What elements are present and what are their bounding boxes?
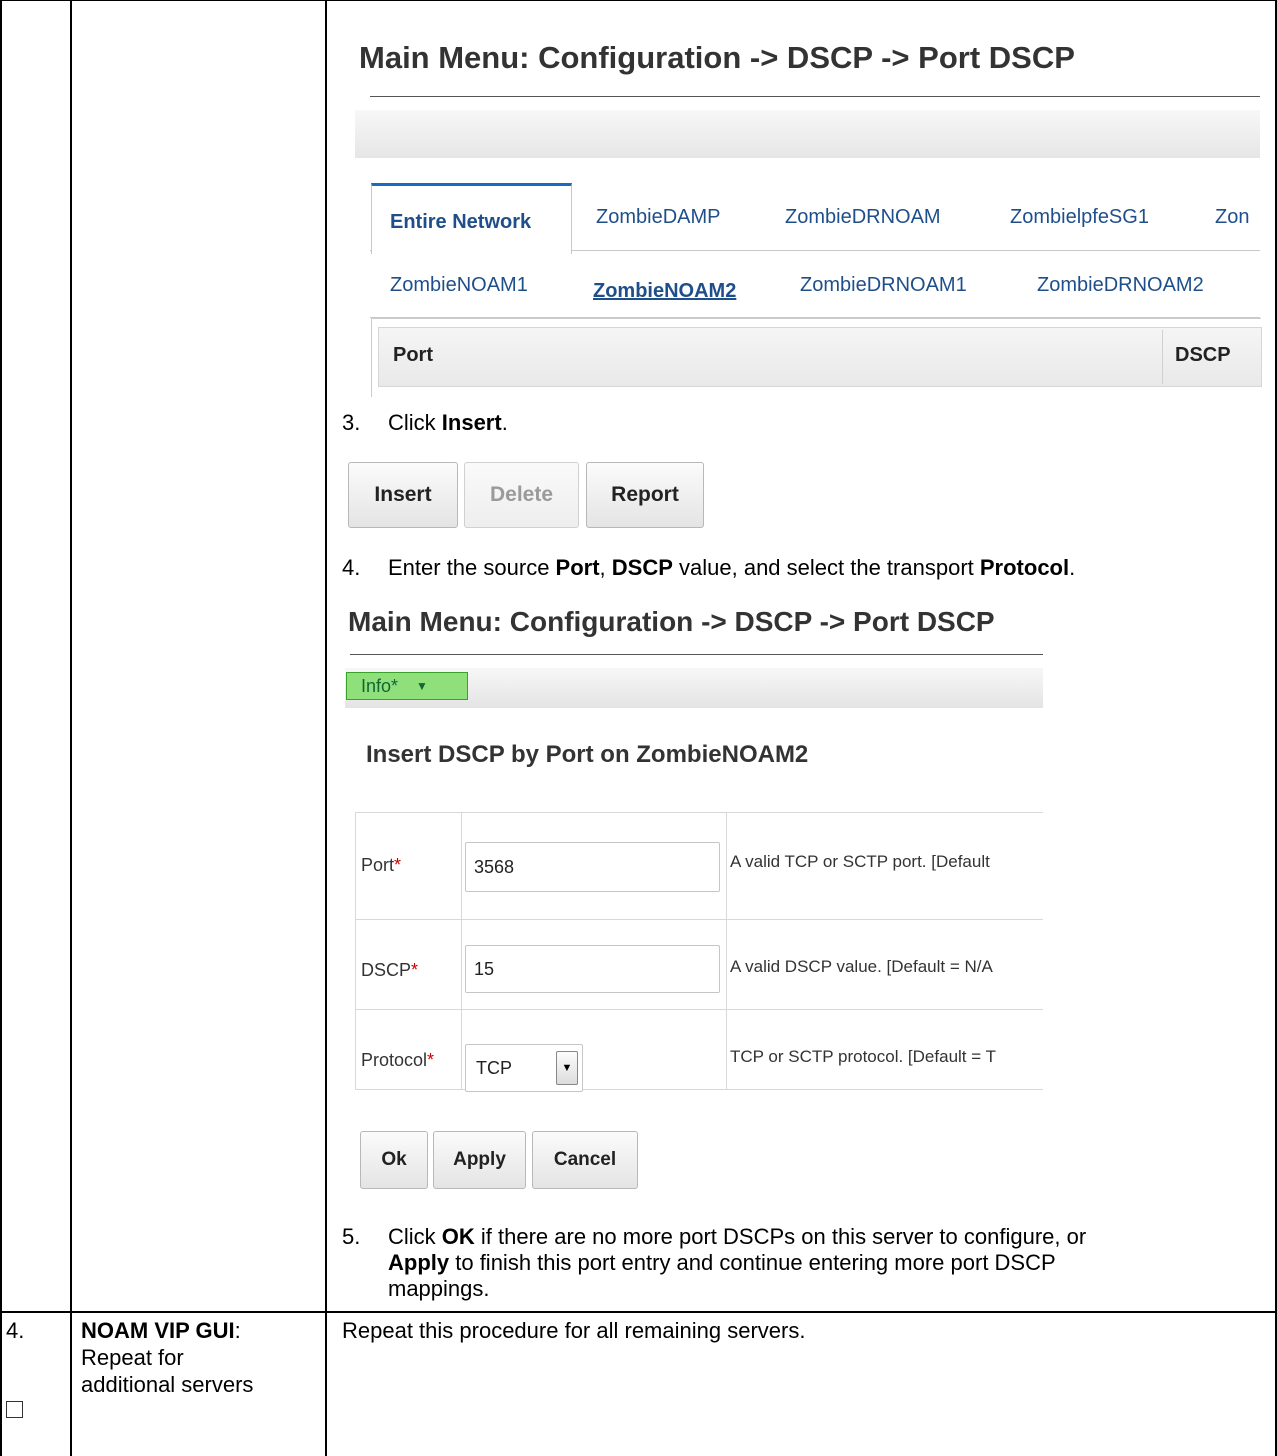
grid-header-row (378, 327, 1262, 387)
step-5-line-2: Apply to finish this port entry and cont… (388, 1249, 1056, 1277)
dscp-label-text: DSCP (361, 960, 412, 980)
protocol-help-text: TCP or SCTP protocol. [Default = T (730, 1047, 996, 1066)
table-col1-border (70, 0, 72, 1456)
step-5-number: 5. (342, 1224, 361, 1249)
form-col-divider-2 (726, 812, 727, 1090)
table-top-border (0, 0, 1277, 1)
step-3-number: 3. (342, 410, 361, 435)
table-col2-border (325, 0, 327, 1456)
column-separator (1162, 330, 1163, 384)
form-title: Insert DSCP by Port on ZombieNOAM2 (366, 741, 809, 768)
form-col-divider-1 (461, 812, 462, 1090)
protocol-selected-value: TCP (476, 1057, 512, 1078)
port-label: Port* (361, 855, 401, 876)
step-5-b1: OK (441, 1224, 475, 1249)
delete-button[interactable]: Delete (464, 462, 579, 528)
tab-zombiedamp[interactable]: ZombieDAMP (596, 206, 720, 229)
column-header-port[interactable]: Port (393, 344, 433, 367)
title-divider (370, 96, 1260, 97)
tab-zombielpfesg1[interactable]: ZombielpfeSG1 (1010, 206, 1149, 229)
dscp-help-text: A valid DSCP value. [Default = N/A (730, 957, 993, 976)
chevron-down-icon[interactable]: ▼ (556, 1051, 578, 1085)
step-5-line-1: Click OK if there are no more port DSCPs… (388, 1223, 1086, 1251)
column-header-dscp[interactable]: DSCP (1175, 344, 1231, 367)
toolbar-strip (355, 110, 1260, 158)
tab-zombienoam2[interactable]: ZombieNOAM2 (593, 280, 736, 303)
step-3-text: Click Insert. (388, 409, 508, 437)
protocol-label-text: Protocol (361, 1050, 428, 1070)
step-3-pre: Click (388, 410, 442, 435)
report-button[interactable]: Report (586, 462, 704, 528)
row-4-title-colon: : (234, 1318, 241, 1343)
ok-button[interactable]: Ok (360, 1131, 428, 1189)
required-mark: * (411, 960, 419, 980)
tab-zombienoam1[interactable]: ZombieNOAM1 (390, 274, 528, 297)
step-5-line-3: mappings. (388, 1276, 490, 1301)
step-5-b2: Apply (388, 1250, 450, 1275)
table-row-divider (0, 1311, 1277, 1313)
step-4-number: 4. (342, 555, 361, 580)
step-5-t1: Click (388, 1224, 442, 1249)
row-4-title-line-3: additional servers (81, 1372, 254, 1397)
dscp-input[interactable]: 15 (465, 945, 720, 993)
row-4-title-line-2: Repeat for (81, 1345, 184, 1370)
required-mark: * (394, 855, 402, 875)
tab-zombiedrnoam2[interactable]: ZombieDRNOAM2 (1037, 274, 1204, 297)
cancel-button[interactable]: Cancel (532, 1131, 638, 1189)
step-4-t3: value, and select the transport (672, 555, 980, 580)
port-input[interactable]: 3568 (465, 842, 720, 892)
insert-button[interactable]: Insert (348, 462, 458, 528)
step-4-t2: , (599, 555, 612, 580)
row-4-body: Repeat this procedure for all remaining … (342, 1318, 806, 1343)
apply-button[interactable]: Apply (433, 1131, 526, 1189)
protocol-label: Protocol* (361, 1050, 434, 1071)
dscp-label: DSCP* (361, 960, 418, 981)
step-4-t4: . (1069, 555, 1076, 580)
screenshot-page-title: Main Menu: Configuration -> DSCP -> Port… (359, 40, 1075, 75)
step-4-t1: Enter the source (388, 555, 556, 580)
form-row-divider-1 (355, 919, 1043, 920)
port-label-text: Port (361, 855, 395, 875)
screenshot2-page-title: Main Menu: Configuration -> DSCP -> Port… (348, 606, 995, 637)
row-4-title-line-1: NOAM VIP GUI: (81, 1317, 241, 1345)
protocol-select[interactable]: TCP ▼ (465, 1044, 583, 1092)
row-4-title-bold: NOAM VIP GUI (81, 1318, 235, 1343)
step-4-b1: Port (555, 555, 600, 580)
tab-zombiedrnoam1[interactable]: ZombieDRNOAM1 (800, 274, 967, 297)
tab-zombiedrnoam[interactable]: ZombieDRNOAM (785, 206, 941, 229)
step-5-t3: to finish this port entry and continue e… (449, 1250, 1056, 1275)
step-3-post: . (501, 410, 508, 435)
info-dropdown-button[interactable]: Info* ▼ (346, 672, 468, 700)
step-3-bold: Insert (441, 410, 502, 435)
step-4-b3: Protocol (979, 555, 1070, 580)
step-5-t2: if there are no more port DSCPs on this … (474, 1224, 1087, 1249)
row-4-step-number: 4. (6, 1318, 25, 1343)
tab-zon-truncated[interactable]: Zon (1215, 206, 1249, 229)
title2-divider (350, 654, 1043, 655)
tab-entire-network[interactable]: Entire Network (390, 211, 531, 234)
info-label: Info* (361, 675, 399, 696)
chevron-down-icon: ▼ (416, 679, 428, 693)
form-row-divider-2 (355, 1009, 1043, 1010)
required-mark: * (427, 1050, 435, 1070)
step-4-text: Enter the source Port, DSCP value, and s… (388, 554, 1075, 582)
port-help-text: A valid TCP or SCTP port. [Default (730, 852, 990, 871)
table-left-border (0, 0, 2, 1456)
step-checkbox[interactable] (6, 1401, 23, 1418)
step-4-b2: DSCP (611, 555, 673, 580)
